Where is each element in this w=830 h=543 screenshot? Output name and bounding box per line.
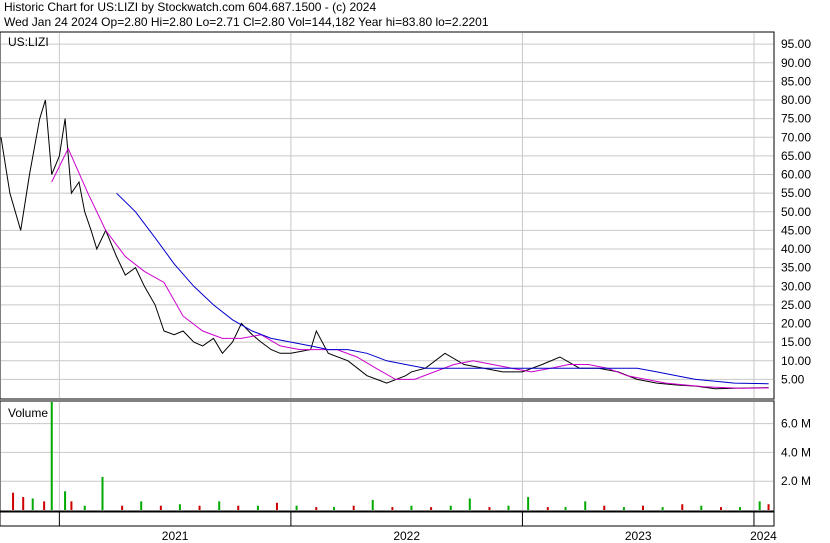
price-tick-label: 20.00 [781, 317, 811, 331]
volume-bar [488, 507, 491, 510]
volume-bar [507, 505, 510, 510]
volume-bar [333, 507, 336, 510]
volume-bar [468, 498, 471, 510]
volume-bar [546, 507, 549, 510]
volume-bar [101, 476, 104, 510]
price-tick-label: 85.00 [781, 74, 811, 88]
volume-tick-label: 4.0 M [781, 445, 811, 459]
volume-bar [159, 505, 162, 510]
volume-bar [12, 492, 15, 510]
volume-bar [50, 402, 53, 510]
volume-bar [641, 505, 644, 510]
symbol-label: US:LIZI [8, 35, 49, 49]
volume-tick-label: 2.0 M [781, 474, 811, 488]
volume-bar [178, 504, 181, 510]
price-tick-label: 15.00 [781, 335, 811, 349]
volume-bar [371, 499, 374, 510]
volume-bar [681, 504, 684, 510]
volume-bar [661, 507, 664, 510]
year-label: 2023 [625, 529, 652, 543]
volume-bar [758, 501, 761, 510]
volume-bar [410, 505, 413, 510]
volume-bar [603, 505, 606, 510]
volume-bar [391, 507, 394, 510]
volume-bar [700, 505, 703, 510]
volume-bar [70, 501, 73, 510]
volume-bar [527, 497, 530, 510]
price-tick-label: 45.00 [781, 223, 811, 237]
price-tick-label: 10.00 [781, 354, 811, 368]
volume-bar [719, 507, 722, 510]
volume-bar [449, 505, 452, 510]
volume-bar [275, 502, 278, 510]
volume-bar [198, 505, 201, 510]
price-tick-label: 25.00 [781, 298, 811, 312]
volume-bar [31, 498, 34, 510]
volume-label: Volume [8, 406, 48, 420]
price-panel [0, 31, 775, 400]
price-tick-label: 40.00 [781, 242, 811, 256]
price-tick-label: 30.00 [781, 279, 811, 293]
price-tick-label: 5.00 [781, 372, 805, 386]
volume-bar [83, 505, 86, 510]
volume-bar [295, 505, 298, 510]
volume-bar [237, 505, 240, 510]
volume-bar [315, 507, 318, 510]
price-tick-label: 65.00 [781, 149, 811, 163]
volume-bar [43, 501, 46, 510]
volume-bar [256, 505, 259, 510]
year-label: 2021 [162, 529, 189, 543]
volume-panel [0, 400, 775, 512]
volume-bar [64, 491, 67, 510]
price-tick-label: 55.00 [781, 186, 811, 200]
price-tick-label: 70.00 [781, 130, 811, 144]
volume-y-axis: 6.0 M 4.0 M 2.0 M [781, 417, 811, 489]
stock-chart: 95.00 90.00 85.00 80.00 75.00 70.00 65.00 60.00… [0, 31, 811, 543]
price-tick-label: 90.00 [781, 56, 811, 70]
year-label: 2022 [393, 529, 420, 543]
price-tick-label: 50.00 [781, 205, 811, 219]
volume-bar [22, 497, 25, 510]
volume-bar [564, 507, 567, 510]
volume-bar [584, 501, 587, 510]
volume-bar [352, 505, 355, 510]
volume-bar [622, 507, 625, 510]
volume-tick-label: 6.0 M [781, 417, 811, 431]
year-label: 2024 [750, 529, 777, 543]
volume-bar [218, 501, 221, 510]
volume-bar [140, 501, 143, 510]
price-tick-label: 35.00 [781, 261, 811, 275]
time-axis-strip [0, 511, 775, 527]
volume-bar [739, 507, 742, 510]
volume-bar [430, 507, 433, 510]
price-tick-label: 60.00 [781, 168, 811, 182]
price-tick-label: 95.00 [781, 37, 811, 51]
volume-bar [121, 505, 124, 510]
price-tick-label: 80.00 [781, 93, 811, 107]
price-tick-label: 75.00 [781, 112, 811, 126]
price-y-axis: 95.00 90.00 85.00 80.00 75.00 70.00 65.00 60.00… [781, 37, 811, 386]
volume-bar [767, 504, 770, 510]
